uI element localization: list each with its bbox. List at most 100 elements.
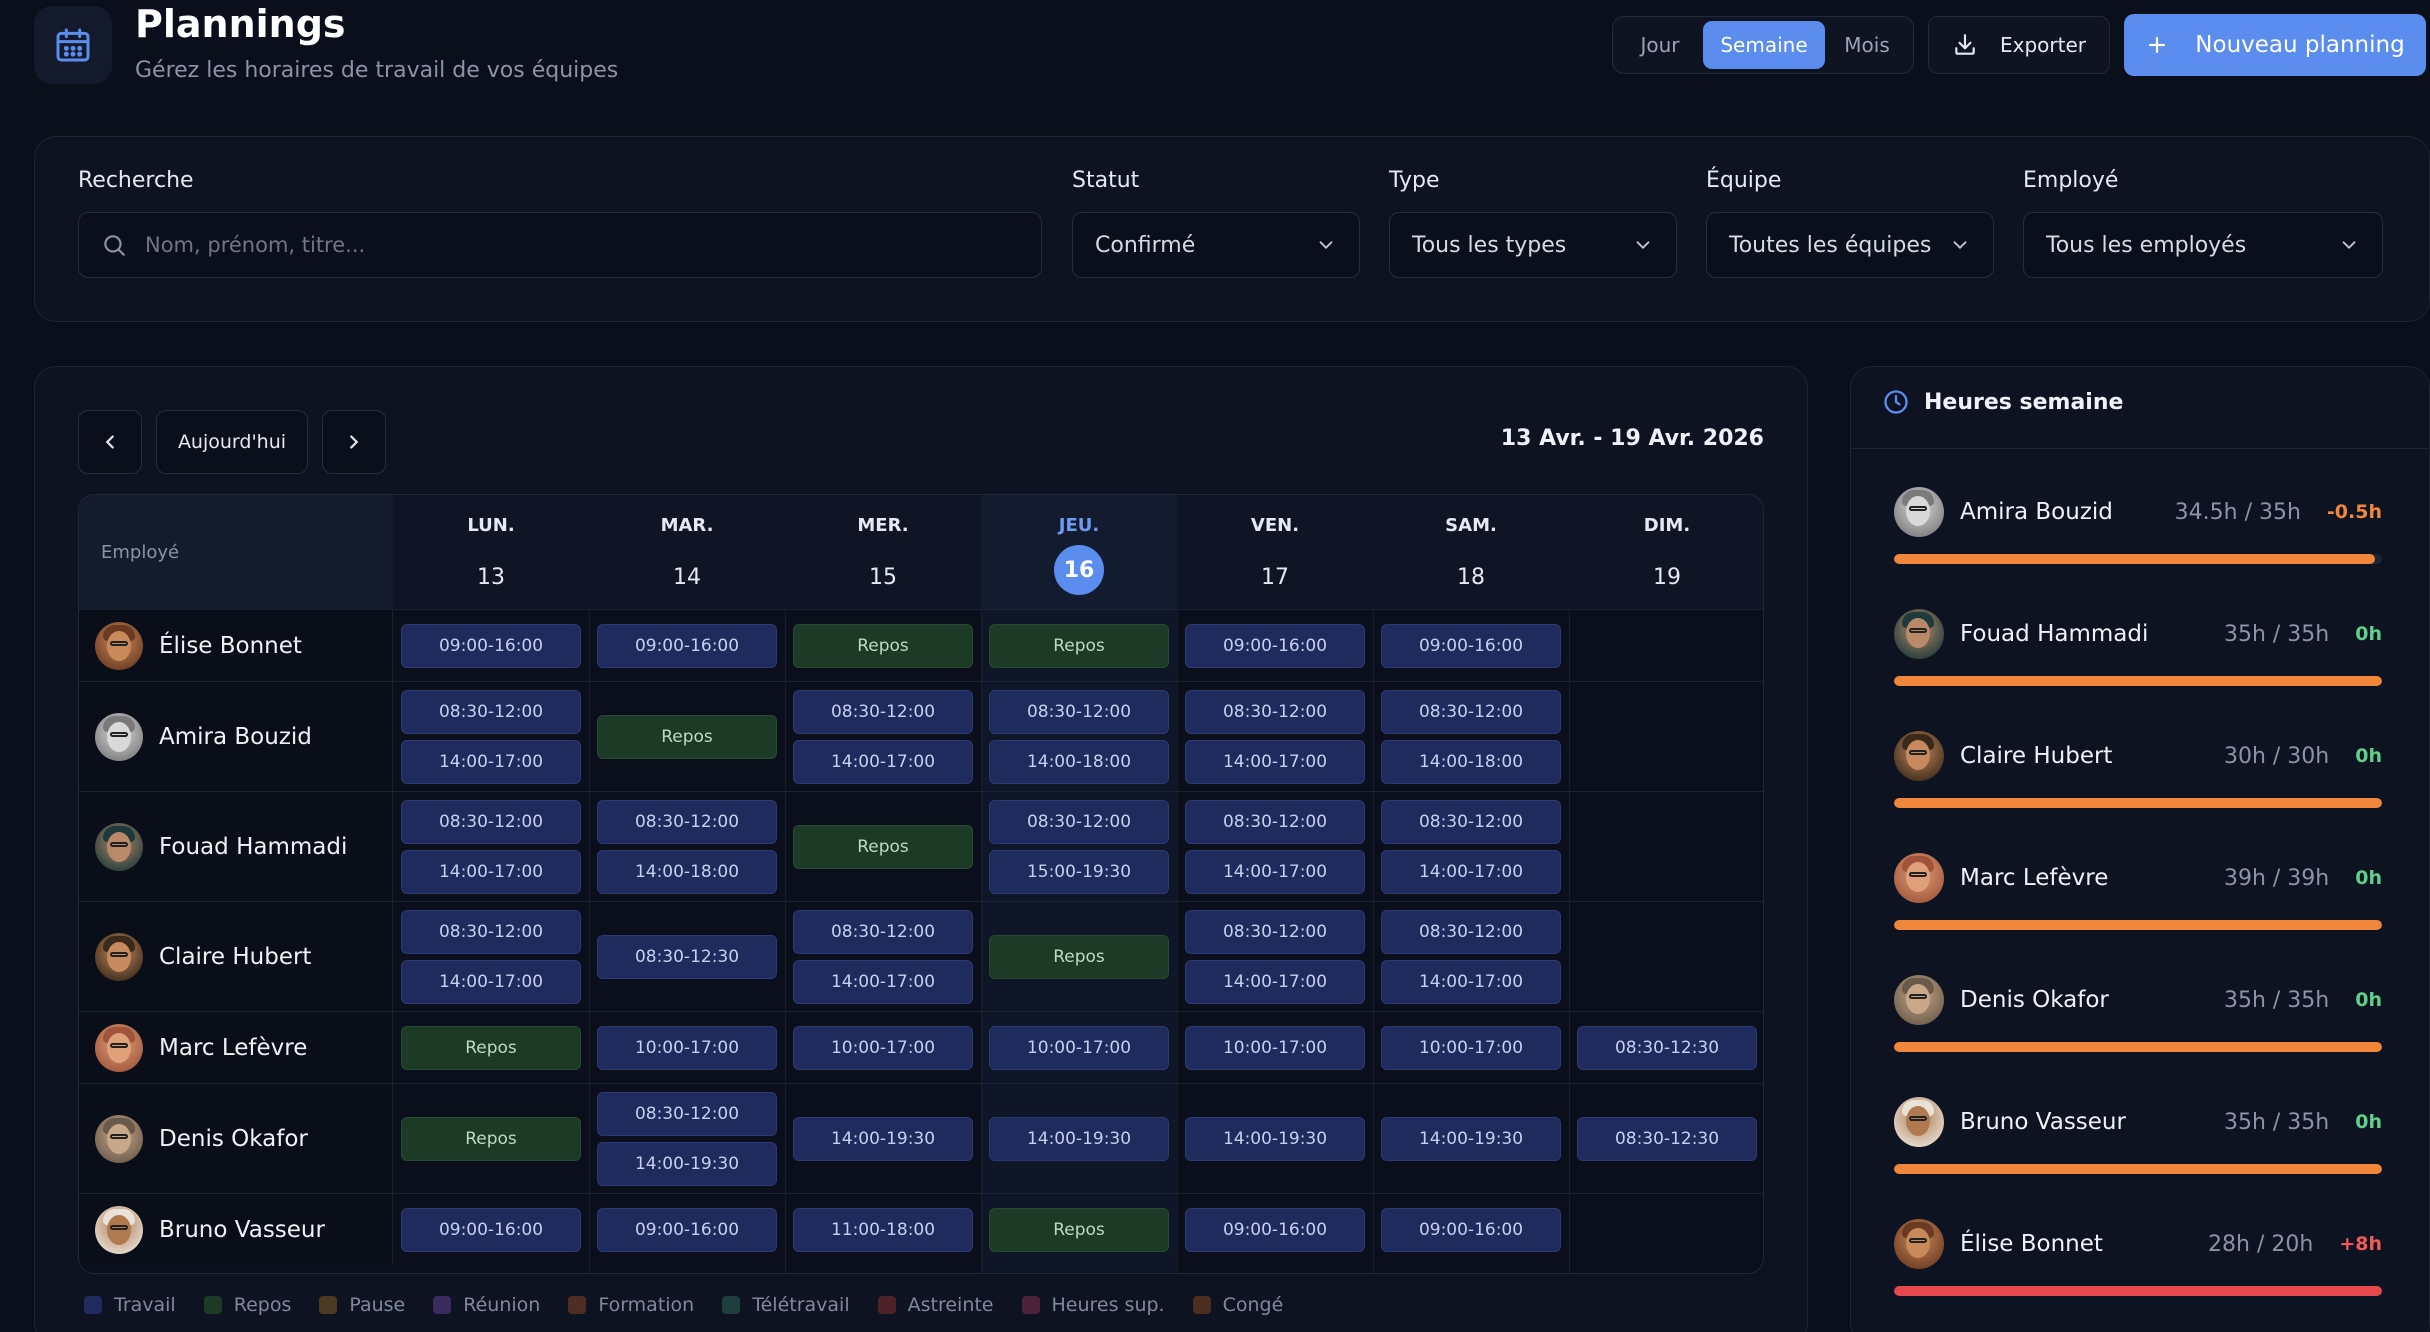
shift-block[interactable]: 14:00-17:00 [1185, 960, 1365, 1004]
shift-rest[interactable]: Repos [793, 624, 973, 668]
hours-progress-bar [1894, 554, 2382, 564]
type-select[interactable]: Tous les types [1389, 212, 1677, 278]
shift-block[interactable]: 10:00-17:00 [793, 1026, 973, 1070]
shift-block[interactable]: 09:00-16:00 [597, 1208, 777, 1252]
shift-block[interactable]: 09:00-16:00 [1381, 624, 1561, 668]
status-select[interactable]: Confirmé [1072, 212, 1360, 278]
shift-block[interactable]: 09:00-16:00 [597, 624, 777, 668]
shift-block[interactable]: 08:30-12:00 [401, 910, 581, 954]
shift-block[interactable]: 08:30-12:00 [597, 1092, 777, 1136]
shift-block[interactable]: 14:00-18:00 [1381, 740, 1561, 784]
new-planning-button[interactable]: Nouveau planning [2124, 14, 2426, 76]
shift-block[interactable]: 14:00-19:30 [793, 1117, 973, 1161]
shift-block[interactable]: 08:30-12:00 [1185, 910, 1365, 954]
employee-cell[interactable]: Bruno Vasseur [79, 1194, 393, 1265]
shift-block[interactable]: 08:30-12:00 [1381, 910, 1561, 954]
shift-block[interactable]: 08:30-12:00 [989, 800, 1169, 844]
shift-rest[interactable]: Repos [401, 1117, 581, 1161]
shift-block[interactable]: 08:30-12:00 [1381, 690, 1561, 734]
shift-block[interactable]: 08:30-12:00 [401, 800, 581, 844]
employee-select[interactable]: Tous les employés [2023, 212, 2383, 278]
shift-rest[interactable]: Repos [597, 715, 777, 759]
shift-rest[interactable]: Repos [989, 1208, 1169, 1252]
search-icon [104, 235, 125, 256]
shift-block[interactable]: 14:00-17:00 [401, 960, 581, 1004]
shift-block[interactable]: 14:00-19:30 [1381, 1117, 1561, 1161]
shift-block[interactable]: 09:00-16:00 [401, 624, 581, 668]
view-week-button[interactable]: Semaine [1703, 21, 1825, 69]
shift-block[interactable]: 14:00-17:00 [401, 740, 581, 784]
search-field[interactable] [78, 212, 1042, 278]
shift-block[interactable]: 14:00-19:30 [597, 1142, 777, 1186]
legend-label: Repos [233, 1294, 292, 1316]
hours-item[interactable]: Bruno Vasseur 35h / 35h 0h [1894, 1096, 2382, 1196]
shift-block[interactable]: 09:00-16:00 [1185, 1208, 1365, 1252]
shift-block[interactable]: 08:30-12:00 [793, 690, 973, 734]
employee-cell[interactable]: Denis Okafor [79, 1084, 393, 1193]
table-row: Bruno Vasseur 09:00-16:00 09:00-16:00 11:00… [79, 1193, 1763, 1265]
shift-block[interactable]: 14:00-17:00 [1185, 850, 1365, 894]
avatar [1894, 731, 1944, 781]
shift-block[interactable]: 08:30-12:00 [597, 800, 777, 844]
shift-rest[interactable]: Repos [401, 1026, 581, 1070]
team-select[interactable]: Toutes les équipes [1706, 212, 1994, 278]
search-input[interactable] [145, 233, 1019, 257]
next-week-button[interactable] [322, 410, 386, 474]
shift-block[interactable]: 14:00-17:00 [1381, 850, 1561, 894]
shift-block[interactable]: 10:00-17:00 [1381, 1026, 1561, 1070]
day-number: 13 [477, 564, 505, 590]
hours-item[interactable]: Denis Okafor 35h / 35h 0h [1894, 974, 2382, 1074]
shift-block[interactable]: 08:30-12:00 [793, 910, 973, 954]
shift-block[interactable]: 10:00-17:00 [597, 1026, 777, 1070]
shift-block[interactable]: 11:00-18:00 [793, 1208, 973, 1252]
legend-label: Réunion [463, 1294, 541, 1316]
employee-cell[interactable]: Claire Hubert [79, 902, 393, 1011]
export-button[interactable]: Exporter [1928, 16, 2110, 74]
employee-cell[interactable]: Marc Lefèvre [79, 1012, 393, 1083]
employee-cell[interactable]: Fouad Hammadi [79, 792, 393, 901]
legend-label: Congé [1222, 1294, 1284, 1316]
prev-week-button[interactable] [78, 410, 142, 474]
shift-block[interactable]: 14:00-17:00 [793, 740, 973, 784]
shift-block[interactable]: 08:30-12:00 [1381, 800, 1561, 844]
shift-rest[interactable]: Repos [793, 825, 973, 869]
shift-block[interactable]: 14:00-17:00 [1185, 740, 1365, 784]
employee-cell[interactable]: Élise Bonnet [79, 610, 393, 681]
day-name: LUN. [467, 515, 515, 536]
shift-block[interactable]: 09:00-16:00 [1185, 624, 1365, 668]
shift-block[interactable]: 14:00-18:00 [989, 740, 1169, 784]
hours-item[interactable]: Amira Bouzid 34.5h / 35h -0.5h [1894, 486, 2382, 586]
today-button[interactable]: Aujourd'hui [156, 410, 308, 474]
hours-item[interactable]: Élise Bonnet 28h / 20h +8h [1894, 1218, 2382, 1318]
shift-block[interactable]: 08:30-12:00 [989, 690, 1169, 734]
shift-block[interactable]: 09:00-16:00 [1381, 1208, 1561, 1252]
shift-block[interactable]: 08:30-12:30 [597, 935, 777, 979]
shift-block[interactable]: 14:00-19:30 [1185, 1117, 1365, 1161]
hours-diff: +8h [2339, 1233, 2382, 1255]
download-icon [1955, 34, 1975, 55]
shift-block[interactable]: 08:30-12:30 [1577, 1117, 1757, 1161]
employee-cell[interactable]: Amira Bouzid [79, 682, 393, 791]
shift-block[interactable]: 14:00-17:00 [793, 960, 973, 1004]
hours-item[interactable]: Marc Lefèvre 39h / 39h 0h [1894, 852, 2382, 952]
view-day-button[interactable]: Jour [1617, 21, 1703, 69]
hours-item[interactable]: Fouad Hammadi 35h / 35h 0h [1894, 608, 2382, 708]
shift-block[interactable]: 09:00-16:00 [401, 1208, 581, 1252]
shift-block[interactable]: 14:00-17:00 [1381, 960, 1561, 1004]
shift-block[interactable]: 08:30-12:30 [1577, 1026, 1757, 1070]
view-month-button[interactable]: Mois [1825, 21, 1909, 69]
hours-value: 39h / 39h [2223, 865, 2330, 891]
shift-rest[interactable]: Repos [989, 624, 1169, 668]
shift-block[interactable]: 14:00-19:30 [989, 1117, 1169, 1161]
shift-block[interactable]: 08:30-12:00 [1185, 800, 1365, 844]
hours-item[interactable]: Claire Hubert 30h / 30h 0h [1894, 730, 2382, 830]
shift-block[interactable]: 10:00-17:00 [1185, 1026, 1365, 1070]
shift-block[interactable]: 08:30-12:00 [401, 690, 581, 734]
shift-block[interactable]: 08:30-12:00 [1185, 690, 1365, 734]
avatar [95, 712, 143, 761]
shift-block[interactable]: 14:00-18:00 [597, 850, 777, 894]
shift-block[interactable]: 14:00-17:00 [401, 850, 581, 894]
shift-block[interactable]: 15:00-19:30 [989, 850, 1169, 894]
shift-block[interactable]: 10:00-17:00 [989, 1026, 1169, 1070]
shift-rest[interactable]: Repos [989, 935, 1169, 979]
